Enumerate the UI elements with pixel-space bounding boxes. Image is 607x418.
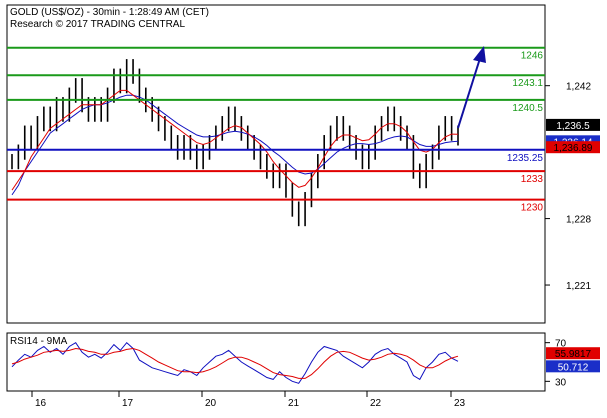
- price-markers: 1,236.51,236.141,236.89: [546, 118, 600, 154]
- x-tick-label: 21: [288, 398, 300, 409]
- x-tick-label: 16: [35, 398, 47, 409]
- rsi-tick-label: 30: [555, 377, 567, 388]
- level-label: 1240.5: [512, 103, 543, 114]
- rsi-label: RSI14 - 9MA: [10, 336, 68, 347]
- x-tick-label: 23: [454, 398, 466, 409]
- x-tick-label: 20: [205, 398, 217, 409]
- rsi-marker-label: 55.9817: [555, 349, 592, 360]
- rsi-marker-label: 50.712: [558, 362, 589, 373]
- level-label: 1233: [521, 174, 544, 185]
- price-marker-label: 1,236.5: [556, 121, 590, 132]
- level-label: 1230: [521, 203, 544, 214]
- rsi-markers: 55.9817 50.712: [546, 347, 600, 373]
- level-label: 1246: [521, 51, 544, 62]
- chart-subtitle: Research © 2017 TRADING CENTRAL: [10, 19, 185, 30]
- price-tick-label: 1,242: [566, 82, 591, 93]
- gold-chart: 12461243.11240.51235.2512331230 1,2421,2…: [6, 4, 600, 409]
- price-panel: [6, 4, 546, 324]
- level-label: 1235.25: [507, 153, 544, 164]
- price-tick-label: 1,221: [566, 281, 591, 292]
- price-axis: 1,242 1,228 1,221: [545, 82, 591, 292]
- x-axis: 16 17 20 21 22 23: [31, 391, 466, 409]
- price-marker-label: 1,236.89: [554, 143, 593, 154]
- chart-title: GOLD (US$/OZ) - 30min - 1:28:49 AM (CET): [10, 7, 209, 18]
- level-label: 1243.1: [512, 78, 543, 89]
- price-tick-label: 1,228: [566, 215, 591, 226]
- x-tick-label: 22: [370, 398, 382, 409]
- rsi-panel: [6, 332, 546, 392]
- x-tick-label: 17: [122, 398, 134, 409]
